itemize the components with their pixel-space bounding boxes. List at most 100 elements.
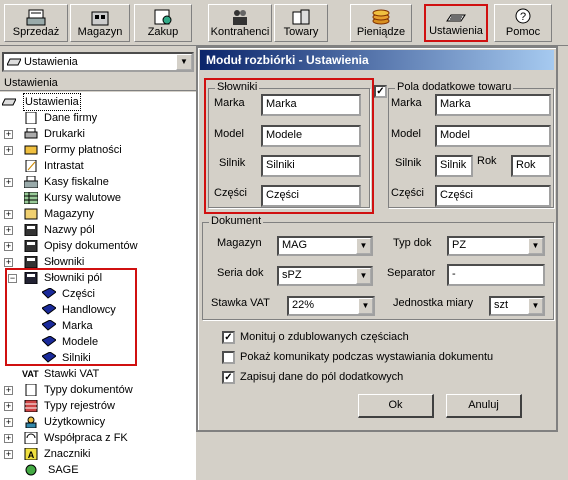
slowniki-highlight [204,78,374,214]
expand-icon[interactable]: + [4,418,13,427]
book-icon [42,336,56,347]
tree-item-label: Magazyny [44,208,95,220]
option-komunikaty[interactable]: Pokaż komunikaty podczas wystawiania dok… [222,350,542,366]
tree-item-label: Współpraca z FK [44,432,128,444]
tree-item-intrastat[interactable]: Intrastat [0,158,196,174]
pomoc-button[interactable]: ? Pomoc [494,4,552,42]
collapse-icon[interactable]: − [8,274,17,283]
zakup-label: Zakup [147,26,179,38]
expand-icon[interactable]: + [4,258,13,267]
chevron-down-icon[interactable]: ▼ [176,54,192,70]
section-combo[interactable]: Ustawienia ▼ [2,52,194,72]
pieniadze-button[interactable]: Pieniądze [350,4,412,42]
tree-item-magazyny[interactable]: + Magazyny [0,206,196,222]
typ-dok-value: PZ [452,239,467,251]
expand-icon[interactable]: + [4,130,13,139]
option-monituj[interactable]: ✓ Monituj o zdublowanych częściach [222,330,542,346]
tree-item-wspolpraca-fk[interactable]: + Współpraca z FK [0,430,196,446]
tree-item-label: Kasy fiskalne [44,176,109,188]
expand-icon[interactable]: + [4,434,13,443]
pola-czesci-field[interactable]: Części [435,185,551,207]
towary-button[interactable]: Towary [274,4,328,42]
help-icon: ? [515,8,531,24]
ok-button[interactable]: Ok [358,394,434,418]
option-zapisuj[interactable]: ✓ Zapisuj dane do pól dodatkowych [222,370,542,386]
expand-icon[interactable]: + [4,226,13,235]
tree-subitem-silniki[interactable]: Silniki [0,350,196,366]
komunikaty-checkbox[interactable] [222,351,235,364]
tree-item-opisy-dokumentow[interactable]: + Opisy dokumentów [0,238,196,254]
settings-dialog: Moduł rozbiórki - Ustawienia Słowniki Ma… [196,46,558,432]
silnik-label: Silnik [395,157,422,169]
stawka-vat-select[interactable]: 22% ▼ [287,296,375,316]
expand-icon[interactable]: + [4,210,13,219]
tree-item-znaczniki[interactable]: + A Znaczniki [0,446,196,462]
tree-item-label: Handlowcy [62,304,116,316]
expand-icon[interactable]: + [4,242,13,251]
svg-text:?: ? [520,11,526,23]
kontrahenci-button[interactable]: Kontrahenci [208,4,272,42]
dialog-title: Moduł rozbiórki - Ustawienia [200,50,554,70]
zakup-button[interactable]: Zakup [134,4,192,42]
expand-icon[interactable]: + [4,146,13,155]
warehouse-icon [91,11,109,26]
tree-item-label: Intrastat [44,160,84,172]
tree-item-sage[interactable]: SAGE [0,462,196,478]
pola-rok-field[interactable]: Rok [511,155,551,177]
separator-field[interactable]: - [447,264,545,286]
expand-icon[interactable]: + [4,386,13,395]
tree-item-drukarki[interactable]: + Drukarki [0,126,196,142]
magazyn-select[interactable]: MAG ▼ [277,236,373,256]
tree-item-label: Modele [62,336,99,348]
tree-subitem-marka[interactable]: Marka [0,318,196,334]
ustawienia-button[interactable]: Ustawienia [424,4,488,42]
book-icon [42,304,56,315]
tree-subitem-czesci[interactable]: Części [0,286,196,302]
monituj-checkbox[interactable]: ✓ [222,331,235,344]
list-icon [24,224,38,236]
tree-item-label: Typy rejestrów [44,400,115,412]
jednostka-miary-value: szt [494,299,509,311]
jednostka-miary-select[interactable]: szt ▼ [489,296,545,316]
tree-item-dane-firmy[interactable]: Dane firmy [0,110,196,126]
tree-item-nazwy-pol[interactable]: + Nazwy pól [0,222,196,238]
chevron-down-icon[interactable]: ▼ [358,298,373,314]
chevron-down-icon[interactable]: ▼ [356,238,371,254]
magazyn-value: MAG [282,239,308,251]
typ-dok-select[interactable]: PZ ▼ [447,236,545,256]
marka-label: Marka [391,97,422,109]
chevron-down-icon[interactable]: ▼ [528,298,543,314]
monituj-label: Monituj o zdublowanych częściach [240,331,409,343]
expand-icon[interactable]: + [4,402,13,411]
document-icon [25,384,37,396]
expand-icon[interactable]: + [4,450,13,459]
expand-icon[interactable]: + [4,178,13,187]
coins-icon [372,9,390,25]
tree-item-label: Stawki VAT [44,368,100,380]
pola-marka-field[interactable]: Marka [435,94,551,116]
chevron-down-icon[interactable]: ▼ [356,268,371,284]
stawka-vat-label: Stawka VAT [211,297,270,309]
pola-silnik-field[interactable]: Silnik [435,155,473,177]
tree-subitem-handlowcy[interactable]: Handlowcy [0,302,196,318]
pola-model-field[interactable]: Model [435,125,551,147]
ustawienia-label: Ustawienia [429,25,483,37]
tree-item-kasy-fiskalne[interactable]: + Kasy fiskalne [0,174,196,190]
tree-subitem-modele[interactable]: Modele [0,334,196,350]
cancel-button[interactable]: Anuluj [446,394,522,418]
sprzedaz-button[interactable]: Sprzedaż [4,4,68,42]
zapisuj-checkbox[interactable]: ✓ [222,371,235,384]
rok-label: Rok [477,155,497,167]
tree-item-formy-platnosci[interactable]: + Formy płatności [0,142,196,158]
tree-item-stawki-vat[interactable]: VAT Stawki VAT [0,366,196,382]
magazyn-button[interactable]: Magazyn [70,4,130,42]
tree-item-slowniki-pol[interactable]: − Słowniki pól [0,270,196,286]
chevron-down-icon[interactable]: ▼ [528,238,543,254]
seria-dok-select[interactable]: sPZ ▼ [277,266,373,286]
pola-dodatkowe-checkbox[interactable]: ✓ [374,85,387,98]
tree-item-typy-dokumentow[interactable]: + Typy dokumentów [0,382,196,398]
tree-item-kursy-walutowe[interactable]: Kursy walutowe [0,190,196,206]
tree-item-uzytkownicy[interactable]: + Użytkownicy [0,414,196,430]
tree-item-typy-rejestrow[interactable]: + Typy rejestrów [0,398,196,414]
book-icon [42,352,56,363]
